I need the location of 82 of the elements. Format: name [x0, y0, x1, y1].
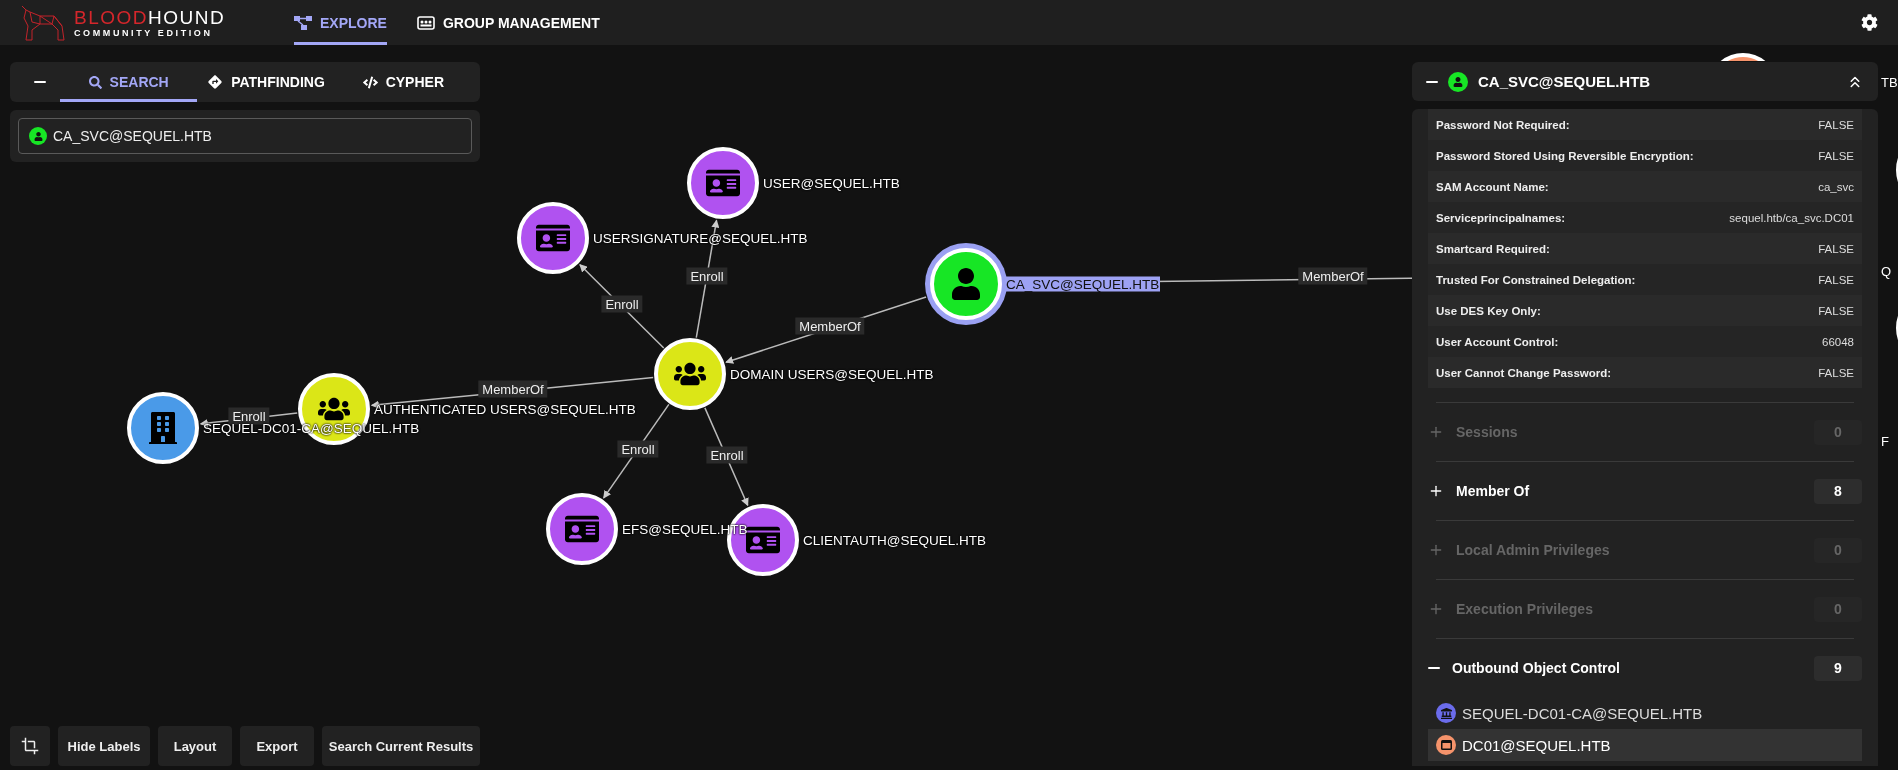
minus-icon[interactable]: [1426, 80, 1438, 83]
settings-icon[interactable]: [1861, 14, 1878, 31]
panel-tab[interactable]: PATHFINDING: [197, 62, 335, 102]
edge-label: Enroll: [617, 440, 659, 458]
edge-label: Enroll: [601, 295, 643, 313]
property-name: SAM Account Name:: [1436, 180, 1549, 193]
toolbar-button[interactable]: Hide Labels: [58, 726, 150, 766]
crop-button[interactable]: [10, 726, 50, 766]
graph-icon: [294, 15, 312, 30]
toolbar-button[interactable]: Search Current Results: [322, 726, 480, 766]
building-icon: [147, 412, 179, 444]
node-label: USER@SEQUEL.HTB: [762, 175, 901, 191]
window-icon: [1440, 740, 1452, 750]
count-badge: 0: [1814, 419, 1862, 445]
count-badge: 0: [1814, 596, 1862, 622]
list-item[interactable]: SEQUEL-DC01-CA@SEQUEL.HTB: [1428, 697, 1862, 729]
graph-node[interactable]: [1720, 53, 1766, 61]
edge-label: MemberOf: [478, 380, 548, 398]
section-title[interactable]: Outbound Object Control: [1452, 660, 1802, 676]
property-value: FALSE: [1818, 242, 1854, 255]
property-name: Serviceprincipalnames:: [1436, 211, 1566, 224]
property-value: FALSE: [1818, 304, 1854, 317]
item-label: DC01@SEQUEL.HTB: [1462, 736, 1611, 754]
plus-icon: [1428, 542, 1444, 558]
property-value: ca_svc: [1818, 180, 1854, 193]
edge-label: MemberOf: [1298, 267, 1368, 285]
search-icon: [88, 75, 102, 89]
node-label: Q: [1881, 264, 1892, 279]
property-value: FALSE: [1818, 118, 1854, 131]
directions-icon: [207, 74, 224, 90]
node-label: CA_SVC@SEQUEL.HTB: [1005, 276, 1161, 292]
plus-icon: [1428, 483, 1444, 499]
minus-icon: [1428, 667, 1440, 669]
landmark-icon: [1440, 707, 1452, 719]
count-badge: 8: [1814, 478, 1862, 504]
toolbar-button[interactable]: Layout: [158, 726, 232, 766]
details-title: CA_SVC@SEQUEL.HTB: [1478, 73, 1652, 90]
property-name: Smartcard Required:: [1436, 242, 1550, 255]
property-name: Trusted For Constrained Delegation:: [1436, 273, 1636, 286]
panel-tab[interactable]: CYPHER: [334, 62, 472, 102]
expand-toggle[interactable]: [1428, 483, 1444, 499]
user-icon: [33, 131, 43, 141]
item-label: SEQUEL-DC01-CA@SEQUEL.HTB: [1462, 704, 1703, 722]
list-item[interactable]: DC01@SEQUEL.HTB: [1428, 729, 1862, 761]
user-icon: [1453, 76, 1463, 87]
property-name: Use DES Key Only:: [1436, 304, 1541, 317]
edge-label: Enroll: [228, 407, 270, 425]
toolbar-button[interactable]: Export: [240, 726, 314, 766]
nav-tab[interactable]: GROUP MANAGEMENT: [416, 0, 600, 45]
search-field[interactable]: CA_SVC@SEQUEL.HTB: [18, 118, 472, 154]
plus-icon: [1428, 424, 1444, 440]
edge-label: Enroll: [686, 267, 728, 285]
node-label: AUTHENTICATED USERS@SEQUEL.HTB: [373, 401, 637, 417]
property-value: FALSE: [1818, 149, 1854, 162]
crop-icon: [21, 737, 39, 755]
property-name: Password Stored Using Reversible Encryption:: [1436, 149, 1694, 162]
property-name: User Cannot Change Password:: [1436, 366, 1612, 379]
section-title[interactable]: Member Of: [1456, 483, 1802, 499]
property-value: 66048: [1822, 335, 1854, 348]
property-value: FALSE: [1818, 366, 1854, 379]
code-icon: [362, 74, 378, 90]
property-name: Password Not Required:: [1436, 118, 1570, 131]
property-value: sequel.htb/ca_svc.DC01: [1729, 211, 1854, 224]
edge-label: Enroll: [706, 446, 748, 464]
edge-label: MemberOf: [795, 317, 865, 335]
count-badge: 9: [1814, 655, 1862, 681]
count-badge: 0: [1814, 537, 1862, 563]
node-label: CLIENTAUTH@SEQUEL.HTB: [802, 532, 987, 548]
node-label: DOMAIN USERS@SEQUEL.HTB: [729, 366, 935, 382]
property-value: FALSE: [1818, 273, 1854, 286]
nav-tab[interactable]: EXPLORE: [294, 0, 387, 45]
people-card-icon: [416, 15, 435, 30]
property-name: User Account Control:: [1436, 335, 1559, 348]
graph-node[interactable]: [654, 338, 726, 410]
node-label: TB: [1881, 75, 1898, 90]
node-label: F: [1881, 434, 1889, 449]
user-icon: [950, 268, 982, 300]
minus-icon: [34, 81, 46, 83]
panel-tab[interactable]: SEARCH: [60, 62, 198, 102]
brand-name: BLOODHOUND: [74, 7, 226, 27]
plus-icon: [1428, 601, 1444, 617]
edition-label: COMMUNITY EDITION: [74, 28, 214, 38]
